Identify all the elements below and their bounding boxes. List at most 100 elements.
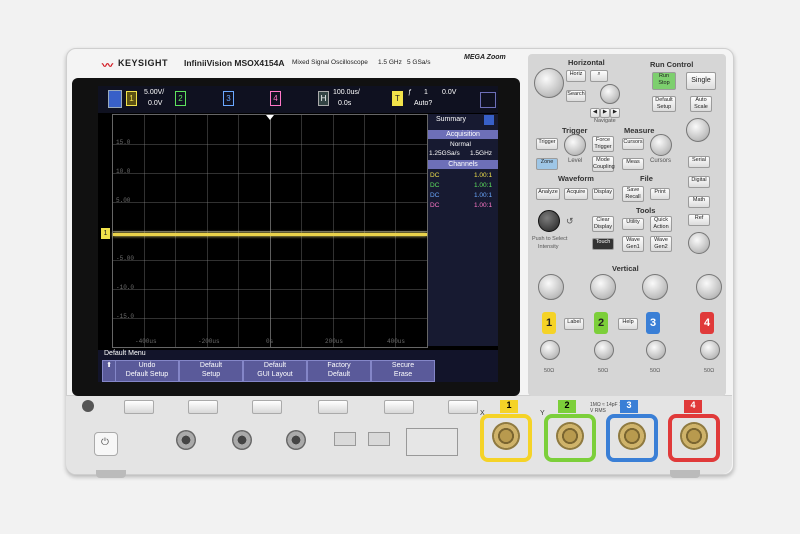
acquisition-mode: Normal xyxy=(450,141,471,148)
horizontal-scale-knob[interactable] xyxy=(534,68,564,98)
ch1-chip[interactable]: 1 xyxy=(126,91,137,106)
cursors-knob[interactable] xyxy=(650,134,672,156)
softkey-default-gui-layout[interactable]: Default GUI Layout xyxy=(243,360,307,382)
ch1-bnc-connector[interactable] xyxy=(492,422,520,450)
ch3-bnc-connector[interactable] xyxy=(618,422,646,450)
ch1-button[interactable]: 1 xyxy=(542,312,556,334)
display-button[interactable]: Display xyxy=(592,188,614,200)
demo-terminals xyxy=(406,428,458,456)
trigger-chip[interactable]: T xyxy=(392,91,403,106)
back-key-icon[interactable] xyxy=(82,400,94,412)
single-button[interactable]: Single xyxy=(686,72,716,90)
ch2-chip[interactable]: 2 xyxy=(175,91,186,106)
zoom-button-icon[interactable]: ⌕ xyxy=(590,70,608,82)
ch1-position-knob[interactable] xyxy=(540,340,560,360)
entry-knob[interactable] xyxy=(538,210,560,232)
megazoom-logo: MEGA Zoom xyxy=(464,54,506,61)
hardware-softkey-4[interactable] xyxy=(318,400,348,414)
ch4-bnc-connector[interactable] xyxy=(680,422,708,450)
aux-bnc-connector-2[interactable] xyxy=(232,430,252,450)
power-button[interactable]: ⏻ xyxy=(94,432,118,456)
run-stop-button[interactable]: Run Stop xyxy=(652,72,676,90)
hardware-softkey-6[interactable] xyxy=(448,400,478,414)
ch4-chip[interactable]: 4 xyxy=(270,91,281,106)
softkey-secure-erase[interactable]: Secure Erase xyxy=(371,360,435,382)
cursors-button[interactable]: Cursors xyxy=(622,138,644,150)
ch1-ground-marker[interactable]: 1 xyxy=(101,228,110,239)
ch2-bnc-connector[interactable] xyxy=(556,422,584,450)
hardware-softkey-1[interactable] xyxy=(124,400,154,414)
hardware-softkey-2[interactable] xyxy=(188,400,218,414)
ch1-offset: 0.0V xyxy=(148,100,163,107)
trigger-level-knob[interactable] xyxy=(564,134,586,156)
meas-button[interactable]: Meas xyxy=(622,158,644,170)
serial-button[interactable]: Serial xyxy=(688,156,710,168)
ref-button[interactable]: Ref xyxy=(688,214,710,226)
ch3-chip[interactable]: 3 xyxy=(223,91,234,106)
ch4-button[interactable]: 4 xyxy=(700,312,714,334)
clear-display-button[interactable]: Clear Display xyxy=(592,216,614,232)
trigger-button[interactable]: Trigger xyxy=(536,138,558,150)
aux-bnc-connector-3[interactable] xyxy=(286,430,306,450)
ch2-position-knob[interactable] xyxy=(594,340,614,360)
channel-coupling: DC xyxy=(430,202,440,209)
level-label: Level xyxy=(568,158,583,164)
keysight-logo-icon: 〰 xyxy=(102,60,113,72)
panel-expand-icon[interactable] xyxy=(484,115,494,125)
softkey-undo-default-setup[interactable]: Undo Default Setup xyxy=(115,360,179,382)
wave-gen1-button[interactable]: Wave Gen1 xyxy=(622,236,644,252)
quick-action-button[interactable]: Quick Action xyxy=(650,216,672,232)
softkey-factory-default[interactable]: Factory Default xyxy=(307,360,371,382)
label-button[interactable]: Label xyxy=(564,318,584,330)
search-button[interactable]: Search xyxy=(566,90,586,102)
auto-scale-button[interactable]: Auto Scale xyxy=(690,96,712,112)
ch3-scale-knob[interactable] xyxy=(642,274,668,300)
touch-button[interactable]: Touch xyxy=(592,238,614,250)
menu-icon[interactable] xyxy=(108,90,122,108)
acquire-button[interactable]: Acquire xyxy=(564,188,588,200)
utility-button[interactable]: Utility xyxy=(622,218,644,230)
ch1-scale: 5.00V/ xyxy=(144,89,165,96)
digital-button[interactable]: Digital xyxy=(688,176,710,188)
waveform-graticule[interactable]: 15.0 10.0 5.00 -5.00 -10.0 -15.0 -400us … xyxy=(101,114,428,348)
softkey-back-icon[interactable]: ⬆ xyxy=(102,360,116,382)
aux-bnc-connector-1[interactable] xyxy=(176,430,196,450)
usb-port-1[interactable] xyxy=(334,432,356,446)
scope-display[interactable]: 1 5.00V/ 0.0V 2 3 4 H 100.0us/ 0.0s T ƒ … xyxy=(98,86,498,382)
ch1-scale-knob[interactable] xyxy=(538,274,564,300)
ch3-position-knob[interactable] xyxy=(646,340,666,360)
hardware-softkey-3[interactable] xyxy=(252,400,282,414)
measure-section-title: Measure xyxy=(624,126,655,135)
usb-port-2[interactable] xyxy=(368,432,390,446)
wave-gen2-button[interactable]: Wave Gen2 xyxy=(650,236,672,252)
x-tick-label: 400us xyxy=(387,338,406,345)
model-name: InfiniiVision MSOX4154A xyxy=(184,58,285,68)
ch2-button[interactable]: 2 xyxy=(594,312,608,334)
horiz-button[interactable]: Horiz xyxy=(566,70,586,82)
save-recall-button[interactable]: Save Recall xyxy=(622,186,644,202)
nav-back-button[interactable]: ◀ xyxy=(590,108,600,118)
x-tick-label: 200us xyxy=(325,338,344,345)
mode-coupling-button[interactable]: Mode Coupling xyxy=(592,156,615,172)
default-setup-button[interactable]: Default Setup xyxy=(652,96,676,112)
softkey-default-setup[interactable]: Default Setup xyxy=(179,360,243,382)
hardware-softkey-5[interactable] xyxy=(384,400,414,414)
ch4-impedance-label: 50Ω xyxy=(704,368,715,374)
nav-forward-button[interactable]: ▶ xyxy=(610,108,620,118)
horizontal-chip[interactable]: H xyxy=(318,91,329,106)
analyze-button[interactable]: Analyze xyxy=(536,188,560,200)
ch3-button[interactable]: 3 xyxy=(646,312,660,334)
ch2-scale-knob[interactable] xyxy=(590,274,616,300)
digital-knob[interactable] xyxy=(686,118,710,142)
nav-play-button[interactable]: ▶ xyxy=(600,108,610,118)
math-scale-knob[interactable] xyxy=(688,232,710,254)
print-button[interactable]: Print xyxy=(650,188,670,200)
zone-button[interactable]: Zone xyxy=(536,158,558,170)
math-button[interactable]: Math xyxy=(688,196,710,208)
horizontal-position-knob[interactable] xyxy=(600,84,620,104)
force-trigger-button[interactable]: Force Trigger xyxy=(592,136,614,152)
softkey-menu: Default Menu ⬆ Undo Default Setup Default… xyxy=(98,350,498,382)
ch4-position-knob[interactable] xyxy=(700,340,720,360)
ch4-scale-knob[interactable] xyxy=(696,274,722,300)
help-button[interactable]: Help xyxy=(618,318,638,330)
